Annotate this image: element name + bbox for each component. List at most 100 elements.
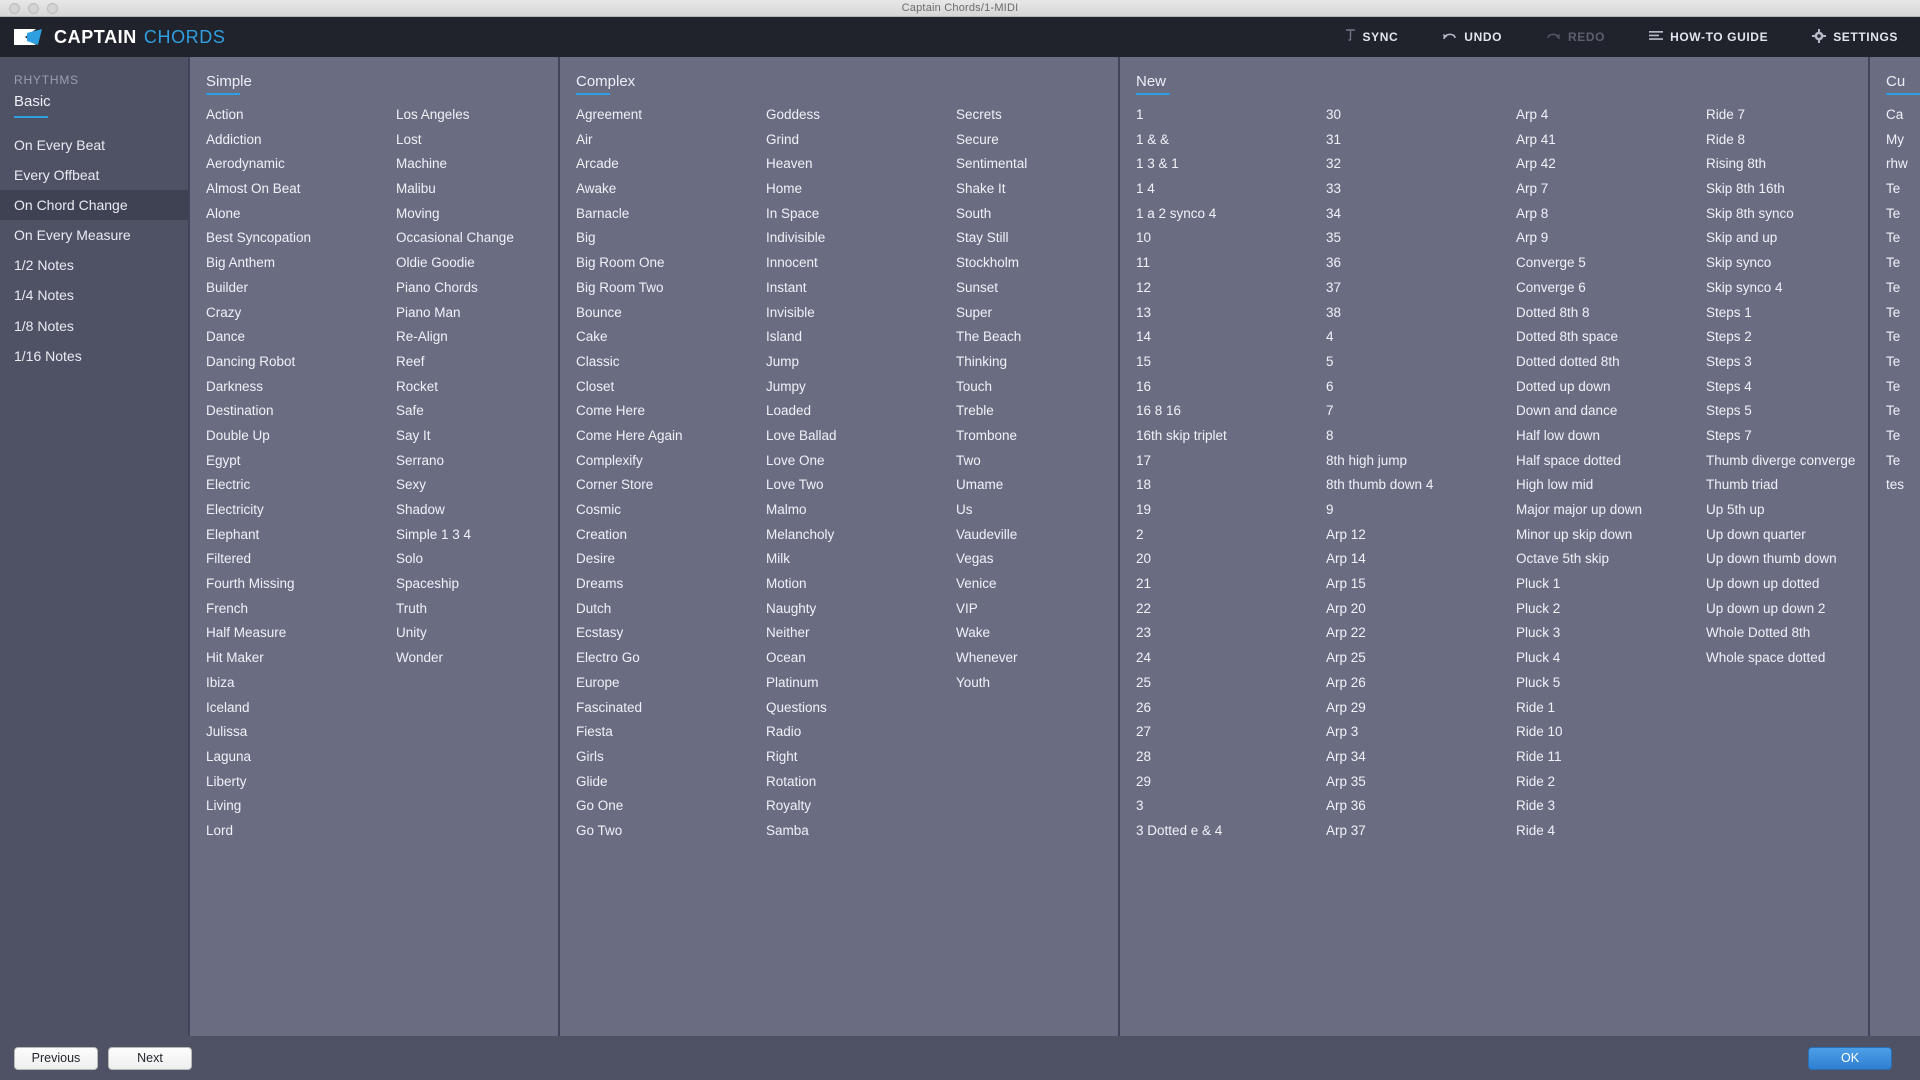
- sidebar-item-on-every-beat[interactable]: On Every Beat: [0, 130, 188, 160]
- list-item[interactable]: Arp 7: [1516, 177, 1690, 202]
- undo-button[interactable]: UNDO: [1442, 30, 1502, 44]
- list-item[interactable]: The Beach: [956, 325, 1118, 350]
- list-item[interactable]: Whole Dotted 8th: [1706, 621, 1868, 646]
- list-item[interactable]: Arp 42: [1516, 152, 1690, 177]
- list-item[interactable]: Addiction: [206, 128, 380, 153]
- list-item[interactable]: 7: [1326, 399, 1500, 424]
- list-item[interactable]: Aerodynamic: [206, 152, 380, 177]
- list-item[interactable]: Up down up dotted: [1706, 572, 1868, 597]
- list-item[interactable]: Ride 11: [1516, 745, 1690, 770]
- list-item[interactable]: Dance: [206, 325, 380, 350]
- list-item[interactable]: Rising 8th: [1706, 152, 1868, 177]
- sidebar-item-1-8-notes[interactable]: 1/8 Notes: [0, 311, 188, 341]
- list-item[interactable]: Instant: [766, 276, 940, 301]
- list-item[interactable]: Up down thumb down: [1706, 547, 1868, 572]
- list-item[interactable]: rhw: [1886, 152, 1920, 177]
- list-item[interactable]: Skip synco 4: [1706, 276, 1868, 301]
- list-item[interactable]: Stockholm: [956, 251, 1118, 276]
- list-item[interactable]: High low mid: [1516, 473, 1690, 498]
- list-item[interactable]: Piano Chords: [396, 276, 558, 301]
- list-item[interactable]: Innocent: [766, 251, 940, 276]
- list-item[interactable]: 15: [1136, 350, 1310, 375]
- list-item[interactable]: Radio: [766, 720, 940, 745]
- list-item[interactable]: South: [956, 202, 1118, 227]
- list-item[interactable]: 16th skip triplet: [1136, 424, 1310, 449]
- list-item[interactable]: Arp 25: [1326, 646, 1500, 671]
- list-item[interactable]: Arp 22: [1326, 621, 1500, 646]
- settings-button[interactable]: SETTINGS: [1812, 28, 1898, 46]
- list-item[interactable]: Say It: [396, 424, 558, 449]
- list-item[interactable]: 26: [1136, 696, 1310, 721]
- list-item[interactable]: Love Two: [766, 473, 940, 498]
- list-item[interactable]: 17: [1136, 449, 1310, 474]
- list-item[interactable]: Skip 8th 16th: [1706, 177, 1868, 202]
- list-item[interactable]: Desire: [576, 547, 750, 572]
- sidebar-tab-basic[interactable]: Basic: [0, 89, 65, 114]
- list-item[interactable]: Arp 9: [1516, 226, 1690, 251]
- list-item[interactable]: Ride 2: [1516, 770, 1690, 795]
- list-item[interactable]: 20: [1136, 547, 1310, 572]
- list-item[interactable]: Pluck 4: [1516, 646, 1690, 671]
- list-item[interactable]: Te: [1886, 251, 1920, 276]
- list-item[interactable]: Umame: [956, 473, 1118, 498]
- list-item[interactable]: Wake: [956, 621, 1118, 646]
- list-item[interactable]: Te: [1886, 202, 1920, 227]
- list-item[interactable]: Truth: [396, 597, 558, 622]
- list-item[interactable]: Big: [576, 226, 750, 251]
- list-item[interactable]: 16 8 16: [1136, 399, 1310, 424]
- list-item[interactable]: Right: [766, 745, 940, 770]
- list-item[interactable]: 3 Dotted e & 4: [1136, 819, 1310, 844]
- list-item[interactable]: Jump: [766, 350, 940, 375]
- list-item[interactable]: Dutch: [576, 597, 750, 622]
- list-item[interactable]: Alone: [206, 202, 380, 227]
- list-item[interactable]: Dotted 8th space: [1516, 325, 1690, 350]
- list-item[interactable]: Super: [956, 301, 1118, 326]
- list-item[interactable]: Serrano: [396, 449, 558, 474]
- list-item[interactable]: Rotation: [766, 770, 940, 795]
- list-item[interactable]: Invisible: [766, 301, 940, 326]
- list-item[interactable]: Iceland: [206, 696, 380, 721]
- list-item[interactable]: 1 4: [1136, 177, 1310, 202]
- sync-button[interactable]: SYNC: [1345, 29, 1399, 45]
- list-item[interactable]: Piano Man: [396, 301, 558, 326]
- sidebar-item-1-16-notes[interactable]: 1/16 Notes: [0, 341, 188, 371]
- list-item[interactable]: Neither: [766, 621, 940, 646]
- list-item[interactable]: Te: [1886, 276, 1920, 301]
- list-item[interactable]: Glide: [576, 770, 750, 795]
- list-item[interactable]: Dotted 8th 8: [1516, 301, 1690, 326]
- list-item[interactable]: 16: [1136, 375, 1310, 400]
- list-item[interactable]: Samba: [766, 819, 940, 844]
- list-item[interactable]: Simple 1 3 4: [396, 523, 558, 548]
- list-item[interactable]: Cosmic: [576, 498, 750, 523]
- list-item[interactable]: 12: [1136, 276, 1310, 301]
- list-item[interactable]: Trombone: [956, 424, 1118, 449]
- list-item[interactable]: Builder: [206, 276, 380, 301]
- list-item[interactable]: Fiesta: [576, 720, 750, 745]
- ok-button[interactable]: OK: [1808, 1046, 1892, 1070]
- sidebar-item-on-every-measure[interactable]: On Every Measure: [0, 220, 188, 250]
- list-item[interactable]: Come Here Again: [576, 424, 750, 449]
- list-item[interactable]: 34: [1326, 202, 1500, 227]
- list-item[interactable]: Steps 7: [1706, 424, 1868, 449]
- list-item[interactable]: Te: [1886, 325, 1920, 350]
- list-item[interactable]: 6: [1326, 375, 1500, 400]
- list-item[interactable]: Complexify: [576, 449, 750, 474]
- list-item[interactable]: Dotted dotted 8th: [1516, 350, 1690, 375]
- list-item[interactable]: Arp 20: [1326, 597, 1500, 622]
- previous-button[interactable]: Previous: [14, 1046, 98, 1070]
- list-item[interactable]: Ride 10: [1516, 720, 1690, 745]
- list-item[interactable]: Youth: [956, 671, 1118, 696]
- list-item[interactable]: Te: [1886, 226, 1920, 251]
- list-item[interactable]: 5: [1326, 350, 1500, 375]
- list-item[interactable]: 21: [1136, 572, 1310, 597]
- list-item[interactable]: Platinum: [766, 671, 940, 696]
- list-item[interactable]: Up 5th up: [1706, 498, 1868, 523]
- list-item[interactable]: Te: [1886, 399, 1920, 424]
- list-item[interactable]: French: [206, 597, 380, 622]
- list-item[interactable]: 28: [1136, 745, 1310, 770]
- list-item[interactable]: Big Anthem: [206, 251, 380, 276]
- list-item[interactable]: Come Here: [576, 399, 750, 424]
- list-item[interactable]: 32: [1326, 152, 1500, 177]
- list-item[interactable]: Ecstasy: [576, 621, 750, 646]
- list-item[interactable]: Electricity: [206, 498, 380, 523]
